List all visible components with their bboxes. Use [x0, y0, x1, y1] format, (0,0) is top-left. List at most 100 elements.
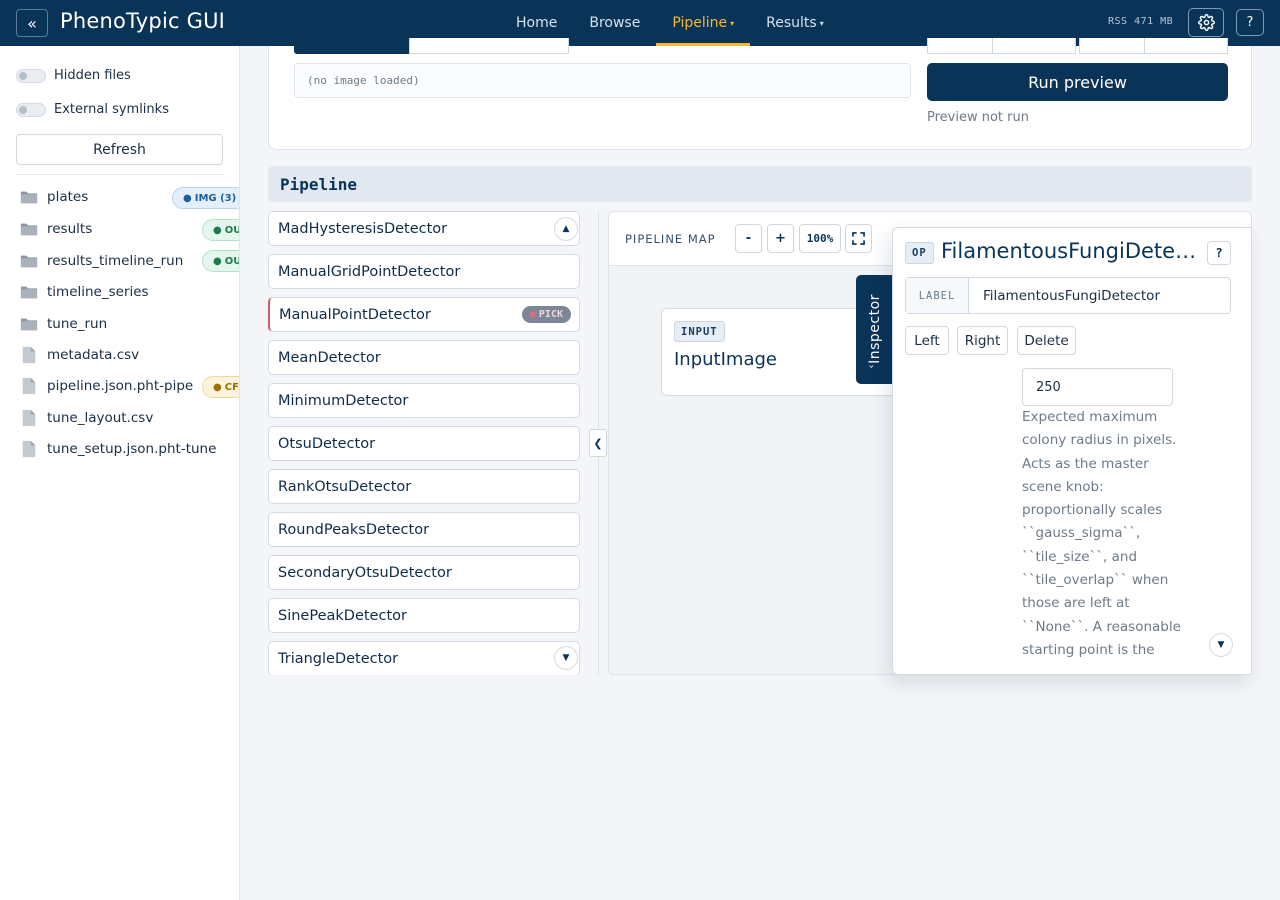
node-title: InputImage — [674, 349, 777, 370]
operation-item-triangle-detector[interactable]: TriangleDetector ▼ — [268, 641, 580, 675]
operation-item-manual-grid-point-detector[interactable]: ManualGridPointDetector — [268, 254, 580, 289]
file-name: results — [47, 221, 93, 237]
fullscreen-button[interactable] — [845, 224, 872, 253]
operation-item-otsu-detector[interactable]: OtsuDetector — [268, 426, 580, 461]
refresh-button[interactable]: Refresh — [16, 134, 223, 165]
operation-name: TriangleDetector — [278, 650, 399, 667]
chevron-down-icon: › — [865, 364, 877, 369]
run-preview-button[interactable]: Run preview — [927, 63, 1228, 101]
inspector-toggle-tab[interactable]: Inspector › — [856, 275, 893, 384]
zoom-out-button[interactable]: - — [735, 224, 762, 253]
nav-pipeline[interactable]: Pipeline ▾ — [656, 0, 750, 46]
operation-item-manual-point-detector[interactable]: ManualPointDetector ● PICK — [268, 297, 580, 332]
folder-icon — [20, 286, 38, 299]
label-field[interactable]: LABEL FilamentousFungiDetector — [905, 277, 1231, 314]
operation-item-round-peaks-detector[interactable]: RoundPeaksDetector — [268, 512, 580, 547]
scroll-up-button[interactable]: ▲ — [554, 217, 578, 241]
operation-item-minimum-detector[interactable]: MinimumDetector — [268, 383, 580, 418]
operation-list: MadHysteresisDetector ▲ ManualGridPointD… — [268, 211, 581, 675]
inspector-tab-label: Inspector — [867, 294, 883, 364]
preview-status: Preview not run — [927, 110, 1029, 125]
badge-label: IMG (3) — [194, 192, 237, 204]
preview-control[interactable] — [1079, 38, 1145, 54]
file-item-tune-run[interactable]: tune_run — [20, 312, 107, 336]
nav-browse[interactable]: Browse — [573, 0, 656, 46]
nav-results-label: Results — [766, 15, 817, 31]
operation-name: RankOtsuDetector — [278, 478, 412, 495]
operation-name: SinePeakDetector — [278, 607, 407, 624]
operation-name: MeanDetector — [278, 349, 381, 366]
file-item-results-timeline-run[interactable]: results_timeline_run — [20, 249, 183, 273]
scroll-down-button[interactable]: ▼ — [1209, 633, 1233, 657]
file-name: results_timeline_run — [47, 253, 184, 269]
preview-tab-active[interactable] — [294, 38, 409, 54]
file-name: tune_run — [47, 316, 108, 332]
operation-name: RoundPeaksDetector — [278, 521, 430, 538]
operation-name: ManualGridPointDetector — [278, 263, 461, 280]
file-name: timeline_series — [47, 284, 149, 300]
file-item-results[interactable]: results — [20, 217, 92, 241]
preview-control[interactable] — [1144, 38, 1228, 54]
move-right-button[interactable]: Right — [957, 326, 1008, 355]
inspector-help-button[interactable]: ? — [1207, 241, 1231, 265]
divider — [16, 174, 224, 175]
folder-icon — [20, 223, 38, 236]
settings-button[interactable] — [1188, 8, 1224, 37]
nav-results[interactable]: Results ▾ — [750, 0, 840, 46]
scroll-down-button[interactable]: ▼ — [554, 646, 578, 670]
node-type-tag: INPUT — [674, 321, 725, 342]
preview-tab[interactable] — [409, 38, 569, 54]
file-item-tune-setup-json[interactable]: tune_setup.json.pht-tune — [20, 437, 216, 461]
operation-item-mean-detector[interactable]: MeanDetector — [268, 340, 580, 375]
file-item-metadata-csv[interactable]: metadata.csv — [20, 343, 139, 367]
file-name: tune_layout.csv — [47, 410, 154, 426]
preview-control[interactable] — [927, 38, 993, 54]
app-title[interactable]: PhenoTypic GUI — [60, 9, 225, 33]
operation-name: ManualPointDetector — [279, 306, 431, 323]
help-button[interactable]: ? — [1236, 9, 1264, 36]
badge-label: CFG — [224, 381, 239, 393]
external-symlinks-toggle[interactable] — [16, 102, 46, 117]
folder-icon — [20, 318, 38, 331]
gear-icon — [1197, 14, 1215, 31]
badge-label: OUT — [224, 224, 239, 236]
hidden-files-toggle-row[interactable]: Hidden files — [16, 68, 131, 83]
file-item-plates[interactable]: plates — [20, 185, 88, 209]
inspector-title: FilamentousFungiDetector — [941, 239, 1199, 263]
file-item-timeline-series[interactable]: timeline_series — [20, 280, 149, 304]
operation-type-tag: OP — [905, 242, 934, 264]
operation-item-sine-peak-detector[interactable]: SinePeakDetector — [268, 598, 580, 633]
max-radius-input[interactable]: 250 — [1022, 368, 1173, 406]
operation-item-secondary-otsu-detector[interactable]: SecondaryOtsuDetector — [268, 555, 580, 590]
operation-item-rank-otsu-detector[interactable]: RankOtsuDetector — [268, 469, 580, 504]
image-preview-box: (no image loaded) — [294, 63, 911, 98]
file-icon — [22, 440, 36, 458]
collapse-list-button[interactable]: ❮ — [589, 429, 607, 457]
move-left-button[interactable]: Left — [905, 326, 949, 355]
zoom-in-button[interactable]: + — [767, 224, 794, 253]
pipeline-section-header[interactable]: Pipeline — [268, 166, 1252, 202]
label-field-input[interactable]: FilamentousFungiDetector — [969, 278, 1160, 313]
parameter-description: Expected maximum colony radius in pixels… — [1022, 409, 1181, 658]
hidden-files-toggle[interactable] — [16, 68, 46, 83]
status-badge: ● CFG — [202, 376, 239, 398]
external-symlinks-toggle-row[interactable]: External symlinks — [16, 102, 169, 117]
preview-control[interactable] — [992, 38, 1076, 54]
file-sidebar: Hidden files External symlinks Refresh p… — [0, 46, 240, 900]
file-name: metadata.csv — [47, 347, 140, 363]
file-icon — [22, 377, 36, 395]
file-item-pipeline-json[interactable]: pipeline.json.pht-pipe — [20, 374, 193, 398]
file-name: tune_setup.json.pht-tune — [47, 441, 217, 457]
dot-icon: ● — [529, 309, 536, 320]
file-name: plates — [47, 189, 89, 205]
status-badge: ● OUT — [202, 250, 239, 272]
preview-tabs — [294, 38, 569, 54]
operation-name: MinimumDetector — [278, 392, 409, 409]
file-name: pipeline.json.pht-pipe — [47, 378, 194, 394]
pick-badge-label: PICK — [538, 309, 563, 320]
sidebar-collapse-button[interactable]: « — [16, 9, 48, 37]
operation-item-mad-hysteresis-detector[interactable]: MadHysteresisDetector ▲ — [268, 211, 580, 246]
file-item-tune-layout-csv[interactable]: tune_layout.csv — [20, 406, 153, 430]
delete-button[interactable]: Delete — [1017, 326, 1076, 355]
zoom-level-button[interactable]: 100% — [799, 224, 841, 253]
